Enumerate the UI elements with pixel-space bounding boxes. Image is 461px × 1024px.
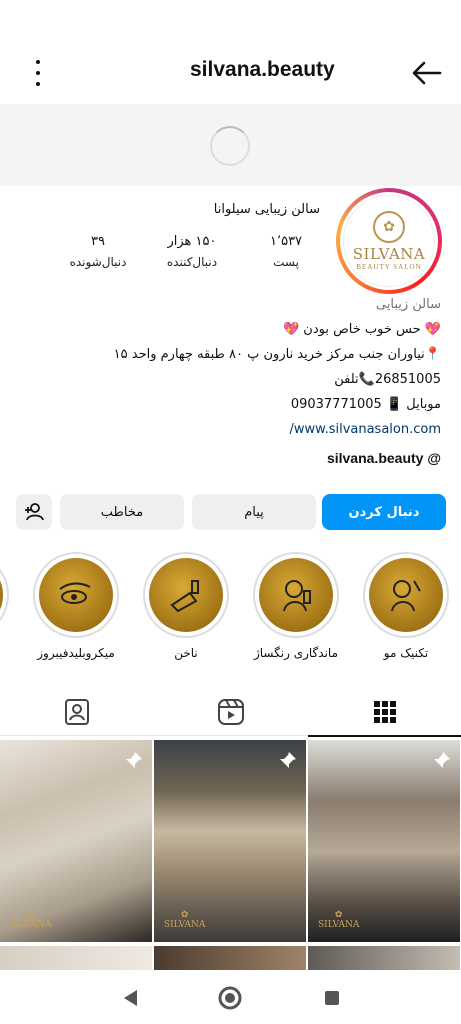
eyebrow-icon (59, 582, 91, 604)
following-stat[interactable]: ۳۹ دنبال‌شونده (58, 234, 138, 269)
website-link[interactable]: www.silvanasalon.com/ (11, 417, 441, 442)
bio-line: 💖 حس خوب خاص بودن 💖 (282, 322, 441, 337)
tab-tagged[interactable] (0, 688, 153, 736)
highlight-color-lasting[interactable]: ماندگاری رنگساژ (250, 552, 342, 660)
watermark-logo: ✿ SILVANA (318, 910, 360, 930)
followers-stat[interactable]: ۱۵۰ هزار دنبال‌کننده (152, 234, 232, 269)
more-vertical-icon[interactable] (26, 60, 50, 86)
contact-button[interactable]: مخاطب (60, 494, 184, 530)
back-triangle-icon[interactable] (116, 984, 144, 1012)
reels-icon (217, 699, 244, 725)
profile-username: silvana.beauty (190, 58, 335, 81)
posts-grid: ✿ SILVANA ✿ SILVANA ✿ SILVANA (0, 740, 461, 970)
post-thumbnail[interactable]: ✿ SILVANA (0, 740, 152, 942)
threads-badge[interactable]: @ silvana.beauty (11, 446, 441, 471)
profile-stats: ۱٬۵۳۷ پست ۱۵۰ هزار دنبال‌کننده ۳۹ دنبال‌… (50, 234, 330, 278)
recents-square-icon[interactable] (318, 984, 346, 1012)
profile-tabs (0, 688, 461, 737)
post-thumbnail[interactable]: ✿ SILVANA (308, 740, 460, 942)
pin-icon (434, 752, 450, 768)
profile-actions: دنبال کردن پیام مخاطب (16, 494, 446, 530)
tagged-icon (64, 699, 89, 725)
bio-mobile: موبایل 📱 09037771005 (290, 397, 441, 412)
threads-icon: @ (423, 450, 441, 466)
avatar[interactable]: ✿ SILVANA BEAUTY SALON (336, 188, 442, 294)
category-label: سالن زیبایی (375, 297, 441, 312)
post-thumbnail[interactable] (0, 946, 152, 970)
message-button[interactable]: پیام (192, 494, 316, 530)
post-thumbnail[interactable] (308, 946, 460, 970)
emblem-icon: ✿ (373, 211, 405, 243)
loading-spinner-icon (210, 126, 250, 166)
highlight-hair-technique[interactable]: تکنیک مو (360, 552, 452, 660)
highlight-nails[interactable]: ناخن (140, 552, 232, 660)
follow-button[interactable]: دنبال کردن (322, 494, 446, 530)
pin-icon (126, 752, 142, 768)
loading-banner (0, 104, 461, 186)
story-highlights: تکنیک مو ماندگاری رنگساژ ناخن میکروبلیدف… (0, 552, 461, 662)
silvana-logo: ✿ SILVANA BEAUTY SALON (343, 195, 435, 287)
bio: سالن زیبایی 💖 حس خوب خاص بودن 💖 📍نیاوران… (11, 292, 441, 471)
posts-stat[interactable]: ۱٬۵۳۷ پست (246, 234, 326, 269)
post-thumbnail[interactable]: ✿ SILVANA (154, 740, 306, 942)
hair-stylist-icon (391, 580, 421, 612)
bio-address: 📍نیاوران جنب مرکز خرید نارون پ ۸۰ طبقه چ… (113, 347, 441, 362)
full-name: سالن زیبایی سیلوانا (213, 202, 320, 217)
watermark-logo: ✿ SILVANA (10, 910, 52, 930)
system-nav-bar (0, 972, 461, 1024)
tab-posts-grid[interactable] (308, 688, 461, 737)
nail-polish-icon (170, 580, 199, 613)
tab-reels[interactable] (154, 688, 307, 736)
hair-color-icon (283, 580, 311, 612)
grid-icon (373, 701, 396, 723)
top-bar: silvana.beauty (0, 48, 461, 100)
post-thumbnail[interactable] (154, 946, 306, 970)
add-user-icon[interactable] (16, 494, 52, 530)
bio-phone: 26851005📞تلفن (334, 372, 441, 387)
highlight-microblading[interactable]: میکروبلیدفیبروز (30, 552, 122, 660)
pin-icon (280, 752, 296, 768)
arrow-left-icon[interactable] (410, 58, 444, 88)
watermark-logo: ✿ SILVANA (164, 910, 206, 930)
highlight-partial[interactable] (0, 552, 12, 638)
home-circle-icon[interactable] (216, 984, 244, 1012)
